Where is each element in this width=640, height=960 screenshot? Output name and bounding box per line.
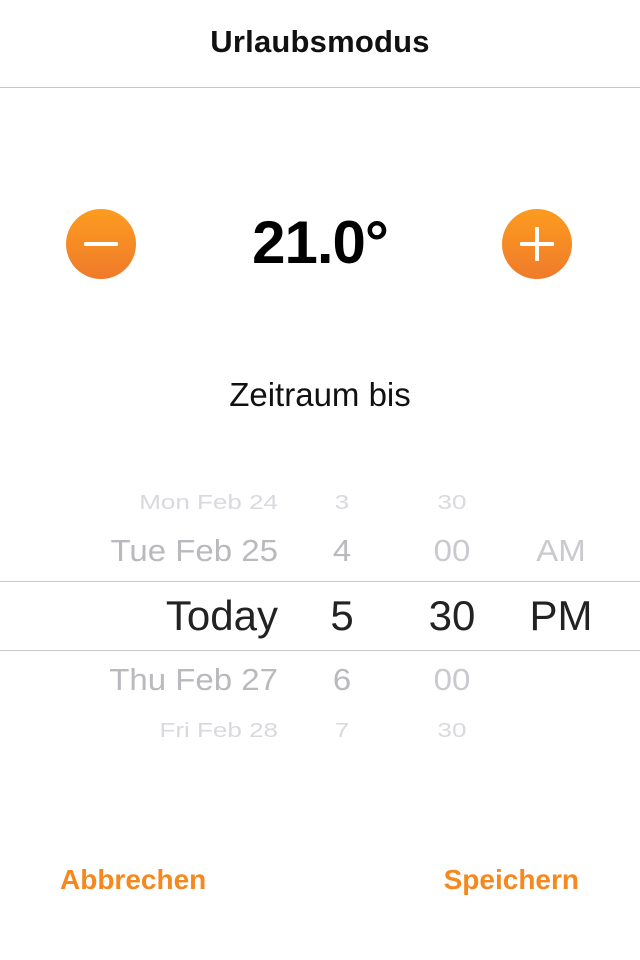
page-title: Urlaubsmodus xyxy=(210,24,430,59)
picker-minute-option[interactable]: 00 xyxy=(402,664,502,694)
picker-hour-option[interactable]: 7 xyxy=(302,720,382,740)
selection-top-divider xyxy=(0,581,640,582)
picker-date-selected[interactable]: Today xyxy=(0,595,278,637)
picker-hour-option[interactable]: 3 xyxy=(302,492,382,512)
increase-temperature-button[interactable] xyxy=(502,209,572,279)
picker-ampm-option[interactable]: AM xyxy=(506,535,616,565)
period-label: Zeitraum bis xyxy=(229,376,411,413)
picker-date-option[interactable]: Thu Feb 27 xyxy=(0,664,278,694)
picker-minute-option[interactable]: 30 xyxy=(402,492,502,512)
save-button[interactable]: Speichern xyxy=(444,864,579,896)
cancel-button[interactable]: Abbrechen xyxy=(60,864,206,896)
picker-minute-selected[interactable]: 30 xyxy=(402,595,502,637)
picker-ampm-selected[interactable]: PM xyxy=(506,595,616,637)
picker-hour-option[interactable]: 6 xyxy=(302,664,382,694)
picker-minute-option[interactable]: 30 xyxy=(402,720,502,740)
plus-icon xyxy=(520,227,554,261)
selection-bottom-divider xyxy=(0,650,640,651)
picker-date-option[interactable]: Mon Feb 24 xyxy=(0,492,278,512)
nav-bar: Urlaubsmodus xyxy=(0,0,640,88)
date-time-picker[interactable]: Mon Feb 24 Tue Feb 25 Today Thu Feb 27 F… xyxy=(0,470,640,760)
picker-hour-option[interactable]: 4 xyxy=(302,535,382,565)
picker-date-option[interactable]: Fri Feb 28 xyxy=(0,720,279,740)
picker-date-option[interactable]: Tue Feb 25 xyxy=(0,535,278,565)
picker-hour-selected[interactable]: 5 xyxy=(302,595,382,637)
picker-minute-option[interactable]: 00 xyxy=(402,535,502,565)
